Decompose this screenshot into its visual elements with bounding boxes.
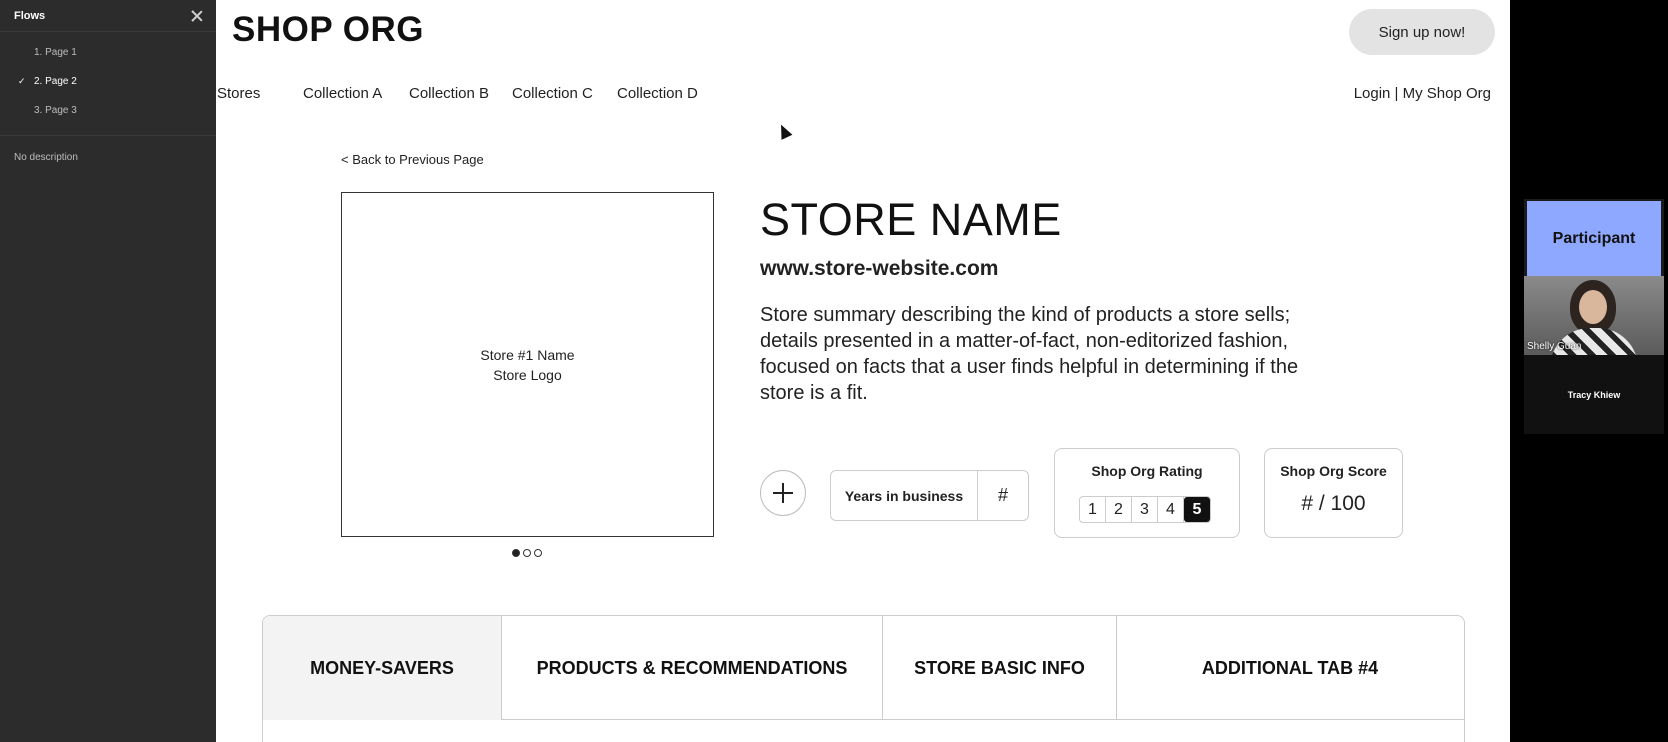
flow-item-page-3[interactable]: 3. Page 3 [0,96,216,125]
nav-link-collection-a[interactable]: Collection A [303,85,382,102]
years-in-business-card: Years in business # [830,470,1029,521]
flows-title: Flows [14,9,46,22]
attendee-tile[interactable]: Tracy Khiew [1524,355,1664,434]
store-website-link[interactable]: www.store-website.com [760,257,998,281]
tab-money-savers[interactable]: MONEY-SAVERS [263,616,502,720]
carousel-dot[interactable] [534,549,542,557]
flow-description: No description [14,152,78,163]
login-links[interactable]: Login | My Shop Org [1354,85,1491,102]
score-value: # / 100 [1301,492,1366,515]
nav-link-collection-d[interactable]: Collection D [617,85,698,102]
rating-card: Shop Org Rating 12345 [1054,448,1240,538]
flows-panel: Flows 1. Page 1 ✓ 2. Page 2 3. Page 3 No… [0,0,216,742]
rating-option-4[interactable]: 4 [1158,497,1184,522]
back-link[interactable]: < Back to Previous Page [341,152,484,167]
rating-option-3[interactable]: 3 [1132,497,1158,522]
add-store-button[interactable] [760,470,806,516]
tab-products-recommendations[interactable]: PRODUCTS & RECOMMENDATIONS [502,616,883,720]
store-tabs: MONEY-SAVERS PRODUCTS & RECOMMENDATIONS … [262,615,1465,742]
nav-link-stores[interactable]: Stores [217,85,260,102]
tab-additional-4[interactable]: ADDITIONAL TAB #4 [1117,616,1463,720]
score-title: Shop Org Score [1280,463,1387,479]
flow-item-page-2[interactable]: ✓ 2. Page 2 [0,67,216,96]
check-icon: ✓ [18,76,26,86]
camera-name: Shelly Guan [1527,341,1582,352]
rating-option-5[interactable]: 5 [1184,497,1210,522]
score-card: Shop Org Score # / 100 [1264,448,1403,538]
mouse-cursor-icon [775,122,793,140]
years-label: Years in business [831,471,978,520]
carousel-dot[interactable] [523,549,531,557]
sign-up-button[interactable]: Sign up now! [1349,9,1495,55]
store-logo-caption: Store Logo [493,366,562,383]
flows-header: Flows [0,0,216,32]
camera-tile[interactable]: Shelly Guan [1524,276,1664,355]
years-value: # [997,485,1008,505]
carousel-dot[interactable] [512,549,520,557]
tab-store-basic-info[interactable]: STORE BASIC INFO [883,616,1117,720]
video-call-panel: Participant Shelly Guan Tracy Khiew [1524,199,1664,434]
carousel-dots[interactable] [512,549,542,557]
store-summary: Store summary describing the kind of pro… [760,304,1299,404]
screen: Flows 1. Page 1 ✓ 2. Page 2 3. Page 3 No… [0,0,1668,742]
flow-list: 1. Page 1 ✓ 2. Page 2 3. Page 3 [0,32,216,136]
rating-option-2[interactable]: 2 [1106,497,1132,522]
store-logo-name: Store #1 Name [480,346,575,363]
flow-item-page-1[interactable]: 1. Page 1 [0,38,216,67]
rating-option-1[interactable]: 1 [1080,497,1106,522]
participant-tile[interactable]: Participant [1527,201,1661,276]
flow-item-label: 3. Page 3 [34,105,77,116]
plus-icon-vertical [782,483,784,503]
flow-item-label: 1. Page 1 [34,47,77,58]
nav-link-collection-b[interactable]: Collection B [409,85,489,102]
flow-item-label: 2. Page 2 [34,76,77,87]
nav-link-collection-c[interactable]: Collection C [512,85,593,102]
prototype-page: SHOP ORG Sign up now! Stores Collection … [216,0,1510,742]
rating-scale: 12345 [1079,496,1211,523]
person-face [1579,290,1607,324]
store-logo-placeholder: Store #1 Name Store Logo [341,192,714,537]
store-name: STORE NAME [760,194,1062,245]
close-icon[interactable] [190,9,204,23]
site-logo[interactable]: SHOP ORG [232,10,424,50]
rating-title: Shop Org Rating [1091,463,1203,479]
